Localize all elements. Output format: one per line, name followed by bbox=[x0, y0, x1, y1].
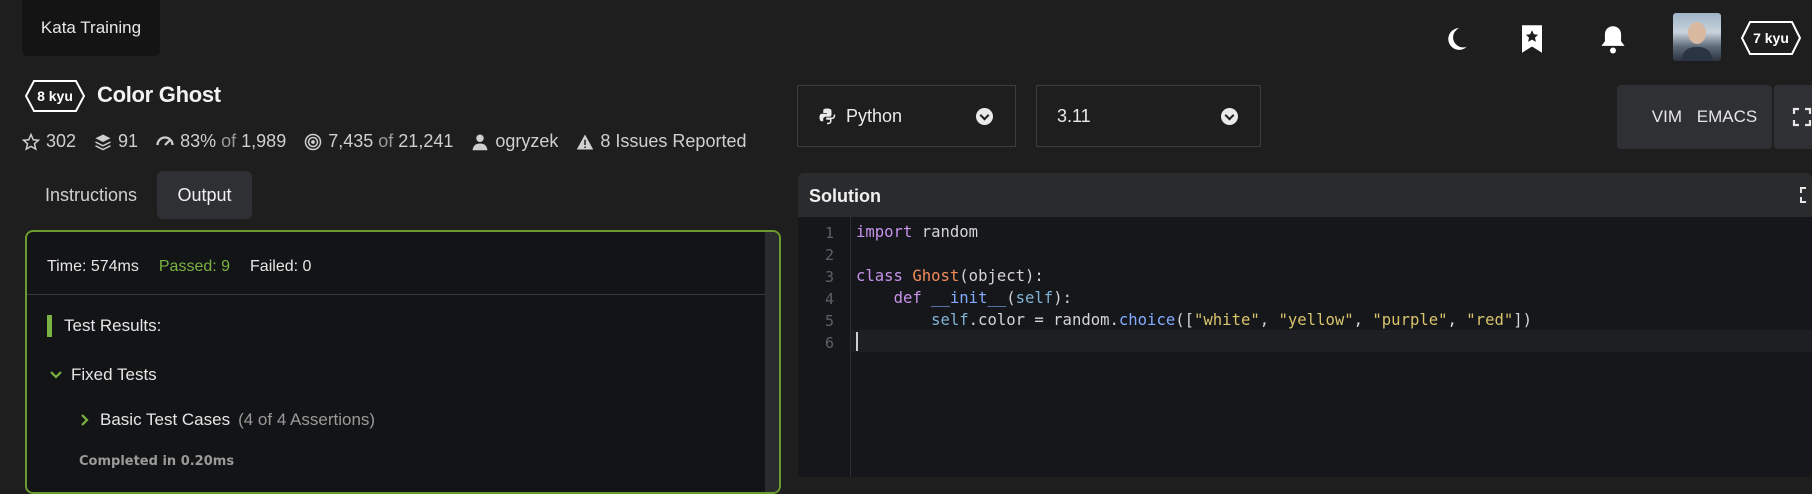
fullscreen-button[interactable] bbox=[1774, 85, 1812, 149]
language-value: Python bbox=[846, 105, 903, 126]
code-line-5: self.color = random.choice(["white", "ye… bbox=[931, 311, 1533, 329]
chevron-right-icon bbox=[81, 414, 89, 426]
author-stat[interactable]: ogryzek bbox=[471, 131, 558, 152]
user-rank-badge[interactable]: 7 kyu bbox=[1740, 20, 1802, 56]
time-value: Time: 574ms bbox=[47, 258, 139, 275]
target-icon bbox=[304, 133, 322, 150]
kata-training-label: Kata Training bbox=[40, 18, 142, 37]
line-number: 1 bbox=[824, 224, 834, 242]
author-name: ogryzek bbox=[495, 131, 559, 151]
test-summary: Time: 574ms Passed: 9 Failed: 0 bbox=[47, 258, 311, 276]
kata-title: Color Ghost bbox=[97, 82, 221, 107]
code-line-3: class Ghost(object): bbox=[856, 267, 1044, 285]
line-number: 5 bbox=[824, 312, 834, 330]
bookmark-star-icon[interactable] bbox=[1516, 20, 1548, 58]
output-scrollbar[interactable] bbox=[765, 232, 779, 492]
failed-count: Failed: 0 bbox=[250, 258, 312, 275]
collections-stat: 91 bbox=[94, 131, 138, 152]
satisfaction-votes: 1,989 bbox=[241, 131, 287, 151]
fixed-tests-label: Fixed Tests bbox=[71, 365, 157, 384]
satisfaction-of: of bbox=[221, 131, 237, 151]
python-icon bbox=[819, 108, 836, 125]
line-number-gutter: 1 2 3 4 5 6 bbox=[798, 217, 851, 477]
solution-title: Solution bbox=[809, 186, 881, 206]
tab-instructions[interactable]: Instructions bbox=[24, 171, 158, 219]
kata-stats: 302 91 83% of 1,989 7,435 of 21,241 ogry… bbox=[22, 131, 764, 152]
user-avatar[interactable] bbox=[1673, 13, 1721, 61]
stars-count: 302 bbox=[46, 131, 77, 151]
star-icon bbox=[22, 132, 40, 151]
tab-output-label: Output bbox=[177, 184, 232, 205]
satisfaction-percent: 83% bbox=[180, 131, 217, 151]
user-rank-label: 7 kyu bbox=[1753, 30, 1789, 46]
assertions-count: (4 of 4 Assertions) bbox=[238, 410, 376, 429]
collections-count: 91 bbox=[118, 131, 139, 151]
text-cursor bbox=[856, 332, 858, 351]
language-select[interactable]: Python bbox=[797, 85, 1016, 147]
test-results-label: Test Results: bbox=[64, 316, 162, 335]
output-panel: Time: 574ms Passed: 9 Failed: 0 Test Res… bbox=[25, 230, 781, 494]
issues-stat[interactable]: 8 Issues Reported bbox=[576, 131, 746, 152]
basic-test-cases-label: Basic Test Cases bbox=[100, 410, 231, 429]
layers-icon bbox=[95, 134, 111, 150]
chevron-down-icon bbox=[1221, 108, 1238, 125]
kata-training-tab[interactable]: Kata Training bbox=[22, 0, 160, 56]
user-icon bbox=[472, 134, 488, 150]
code-line-1: import random bbox=[856, 223, 979, 241]
kata-rank-badge: 8 kyu bbox=[24, 79, 86, 113]
completed-stat: 7,435 of 21,241 bbox=[304, 131, 453, 152]
version-select[interactable]: 3.11 bbox=[1036, 85, 1261, 147]
completed-of: of bbox=[378, 131, 394, 151]
warning-icon bbox=[577, 134, 594, 149]
stars-stat[interactable]: 302 bbox=[22, 131, 76, 152]
kata-rank-label: 8 kyu bbox=[37, 88, 73, 104]
issues-label: 8 Issues Reported bbox=[600, 131, 747, 151]
line-number: 2 bbox=[824, 246, 834, 264]
completed-count: 7,435 bbox=[328, 131, 374, 151]
passed-count: Passed: 9 bbox=[158, 258, 231, 275]
tab-instructions-label: Instructions bbox=[44, 184, 138, 205]
emacs-button[interactable]: EMACS bbox=[1682, 85, 1772, 149]
chevron-down-icon bbox=[976, 108, 993, 125]
chevron-down-icon bbox=[50, 371, 62, 379]
code-line-4: def __init__(self): bbox=[893, 289, 1072, 307]
fullscreen-icon bbox=[1792, 107, 1812, 127]
basic-test-cases[interactable]: Basic Test Cases (4 of 4 Assertions) bbox=[78, 410, 375, 430]
line-number: 3 bbox=[824, 268, 834, 286]
moon-icon[interactable] bbox=[1440, 20, 1472, 58]
test-results-heading: Test Results: bbox=[47, 315, 161, 337]
vim-label: VIM bbox=[1651, 107, 1682, 126]
gauge-icon bbox=[156, 135, 174, 146]
code-editor[interactable]: 1 2 3 4 5 6 import random class Ghost(ob… bbox=[798, 217, 1812, 477]
attempts-count: 21,241 bbox=[398, 131, 454, 151]
solution-header: Solution bbox=[798, 173, 1812, 217]
version-value: 3.11 bbox=[1057, 105, 1091, 126]
summary-divider bbox=[27, 294, 767, 295]
fixed-tests-group[interactable]: Fixed Tests bbox=[49, 365, 157, 385]
expand-icon[interactable] bbox=[1800, 187, 1812, 203]
line-number: 6 bbox=[824, 334, 834, 352]
results-accent-bar bbox=[47, 315, 52, 337]
satisfaction-stat: 83% of 1,989 bbox=[156, 131, 286, 152]
active-line-highlight bbox=[851, 330, 1812, 352]
completed-time: Completed in 0.20ms bbox=[79, 454, 235, 469]
line-number: 4 bbox=[824, 290, 834, 308]
tab-output[interactable]: Output bbox=[157, 171, 252, 219]
emacs-label: EMACS bbox=[1696, 107, 1758, 126]
vim-button[interactable]: VIM bbox=[1617, 85, 1682, 149]
bell-icon[interactable] bbox=[1597, 20, 1629, 58]
